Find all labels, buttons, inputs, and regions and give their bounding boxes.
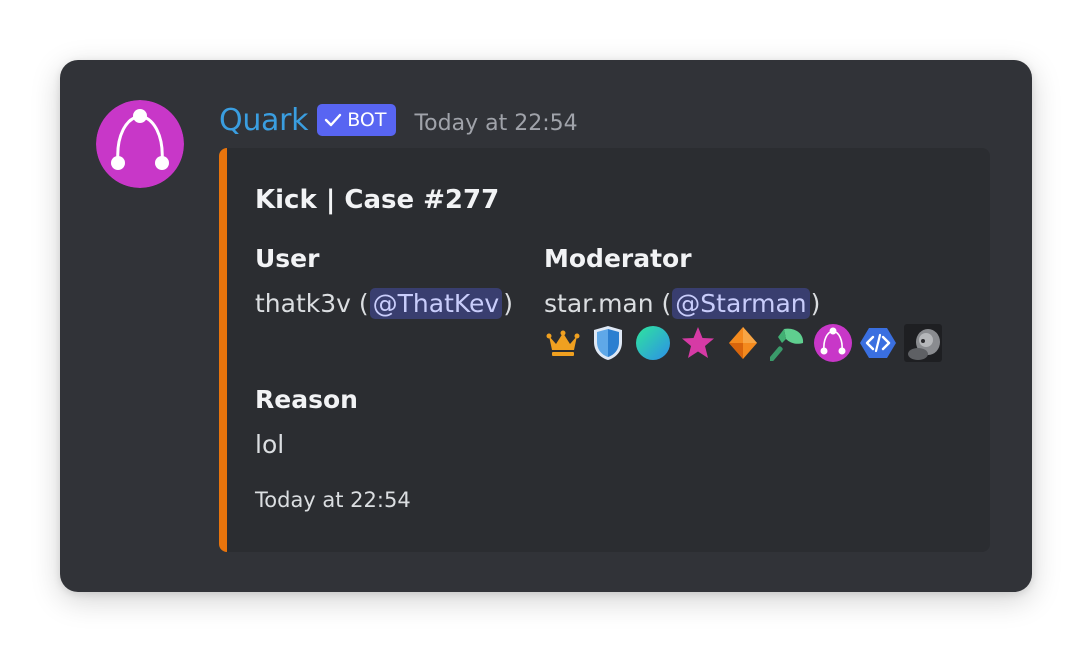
moderator-badges xyxy=(544,324,949,362)
embed-title: Kick | Case #277 xyxy=(255,185,500,215)
field-reason-name: Reason xyxy=(255,385,358,414)
axe-badge-icon[interactable] xyxy=(769,324,807,362)
embed-footer-timestamp: Today at 22:54 xyxy=(255,488,411,512)
field-user-name: User xyxy=(255,244,320,273)
field-moderator-value: star.man (@Starman) xyxy=(544,284,820,322)
moderator-mention[interactable]: @Starman xyxy=(672,287,810,319)
photo-badge-icon[interactable] xyxy=(904,324,942,362)
case-embed: Kick | Case #277 User thatk3v (@ThatKev)… xyxy=(219,148,990,552)
checkmark-icon xyxy=(325,113,342,127)
star-badge-icon[interactable] xyxy=(679,324,717,362)
bot-tag: BOT xyxy=(317,104,397,136)
bot-tag-label: BOT xyxy=(347,109,387,131)
crown-badge-icon[interactable] xyxy=(544,324,582,362)
field-user-value: thatk3v (@ThatKev) xyxy=(255,284,513,322)
user-display-name: thatk3v ( xyxy=(255,288,369,318)
message-header: Quark BOT Today at 22:54 xyxy=(219,100,578,140)
message-card: Quark BOT Today at 22:54 Kick | Case #27… xyxy=(60,60,1032,592)
field-moderator-name: Moderator xyxy=(544,244,692,273)
code-badge-icon[interactable] xyxy=(859,324,897,362)
diamond-badge-icon[interactable] xyxy=(724,324,762,362)
bot-avatar[interactable] xyxy=(96,100,184,188)
moderator-paren-close: ) xyxy=(810,288,821,318)
author-username[interactable]: Quark xyxy=(219,103,309,138)
field-reason-value: lol xyxy=(255,429,285,459)
message-timestamp[interactable]: Today at 22:54 xyxy=(414,111,577,136)
user-paren-close: ) xyxy=(503,288,513,318)
user-mention[interactable]: @ThatKev xyxy=(369,287,503,319)
quark-badge-icon[interactable] xyxy=(814,324,852,362)
quark-logo-icon xyxy=(96,100,184,188)
gradient-orb-badge-icon[interactable] xyxy=(634,324,672,362)
shield-badge-icon[interactable] xyxy=(589,324,627,362)
moderator-display-name: star.man ( xyxy=(544,288,672,318)
